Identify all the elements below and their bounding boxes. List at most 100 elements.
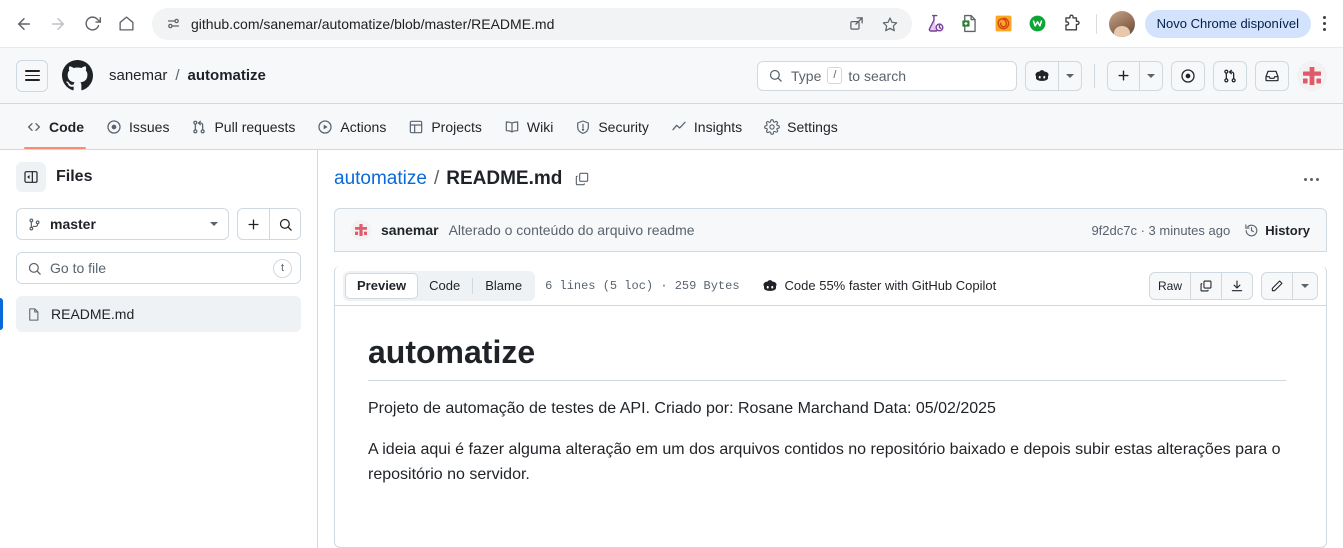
commit-sha-time[interactable]: 9f2dc7c · 3 minutes ago: [1091, 223, 1230, 238]
spiral-orange-icon[interactable]: [990, 10, 1018, 38]
tab-wiki[interactable]: Wiki: [494, 104, 563, 149]
file-icon: [26, 307, 41, 322]
breadcrumb-repo-link[interactable]: automatize: [334, 168, 427, 190]
share-icon[interactable]: [845, 16, 868, 31]
chrome-update-pill[interactable]: Novo Chrome disponível: [1144, 9, 1311, 38]
breadcrumb-owner[interactable]: sanemar: [109, 67, 167, 84]
green-circle-w-icon[interactable]: [1024, 10, 1052, 38]
profile-avatar[interactable]: [1108, 10, 1135, 37]
create-new-group: [1107, 60, 1163, 91]
hamburger-menu-icon[interactable]: [16, 59, 48, 92]
sidebar-file-readme[interactable]: README.md: [0, 296, 301, 332]
readme-rendered-content: automatize Projeto de automação de teste…: [335, 306, 1326, 523]
site-settings-icon[interactable]: [166, 16, 181, 31]
edit-dropdown-button[interactable]: [1292, 271, 1318, 300]
search-slash-key: /: [827, 67, 843, 84]
branch-selector[interactable]: master: [16, 208, 229, 240]
search-placeholder: Type / to search: [791, 67, 906, 84]
tab-insights[interactable]: Insights: [661, 104, 752, 149]
chevron-down-icon: [1066, 73, 1074, 78]
forward-button[interactable]: [42, 8, 74, 40]
kebab-menu-icon[interactable]: [1313, 16, 1335, 31]
files-header: Files: [16, 162, 301, 192]
issue-opened-icon: [1180, 68, 1196, 84]
download-button[interactable]: [1221, 271, 1253, 300]
star-icon[interactable]: [878, 16, 902, 32]
tab-issues[interactable]: Issues: [96, 104, 179, 149]
reload-button[interactable]: [76, 8, 108, 40]
tab-security[interactable]: Security: [565, 104, 659, 149]
search-input[interactable]: Type / to search: [757, 60, 1017, 91]
search-icon: [27, 261, 42, 276]
address-bar[interactable]: github.com/sanemar/automatize/blob/maste…: [152, 7, 912, 40]
go-to-file-shortcut: t: [273, 258, 292, 278]
pencil-icon: [1270, 279, 1284, 293]
create-new-button[interactable]: [1107, 60, 1139, 91]
inbox-icon: [1264, 68, 1280, 84]
copilot-button[interactable]: [1025, 60, 1058, 91]
tab-preview[interactable]: Preview: [345, 272, 419, 299]
download-icon: [1230, 279, 1244, 293]
commit-author-name[interactable]: sanemar: [381, 222, 439, 238]
file-options-menu-button[interactable]: [1295, 164, 1327, 194]
browser-toolbar: github.com/sanemar/automatize/blob/maste…: [0, 0, 1343, 48]
copilot-promo[interactable]: Code 55% faster with GitHub Copilot: [762, 278, 997, 294]
tab-code[interactable]: Code: [16, 104, 94, 149]
raw-button[interactable]: Raw: [1148, 271, 1190, 300]
commit-message[interactable]: Alterado o conteúdo do arquivo readme: [449, 222, 695, 238]
go-to-file-input[interactable]: Go to file t: [16, 252, 301, 284]
issues-button[interactable]: [1171, 60, 1205, 91]
copy-raw-button[interactable]: [1190, 271, 1221, 300]
user-avatar[interactable]: [1297, 60, 1327, 91]
github-logo-icon[interactable]: [62, 60, 93, 91]
copy-icon[interactable]: [574, 171, 590, 187]
breadcrumb-filename: README.md: [446, 168, 563, 189]
puzzle-extensions-icon[interactable]: [1058, 10, 1086, 38]
document-add-icon[interactable]: [956, 10, 984, 38]
toolbar-divider: [1095, 13, 1097, 34]
flask-lab-icon[interactable]: [922, 10, 950, 38]
back-button[interactable]: [8, 8, 40, 40]
create-new-dropdown-button[interactable]: [1139, 60, 1163, 91]
raw-copy-download-group: Raw: [1148, 271, 1253, 300]
pull-requests-button[interactable]: [1213, 60, 1247, 91]
tab-blame[interactable]: Blame: [474, 273, 533, 299]
tab-code[interactable]: Code: [418, 273, 471, 299]
home-button[interactable]: [110, 8, 142, 40]
sidebar-search-button[interactable]: [269, 208, 301, 240]
readme-heading: automatize: [368, 332, 1286, 381]
tab-issues-label: Issues: [129, 118, 170, 135]
tab-settings[interactable]: Settings: [754, 104, 848, 149]
tab-actions[interactable]: Actions: [307, 104, 396, 149]
tab-insights-label: Insights: [693, 118, 743, 135]
add-file-button[interactable]: [237, 208, 269, 240]
sidebar-collapse-icon[interactable]: [16, 162, 46, 192]
copilot-promo-text: Code 55% faster with GitHub Copilot: [784, 278, 997, 293]
git-pull-request-icon: [1222, 68, 1238, 84]
branch-row: master: [16, 208, 301, 240]
notifications-inbox-button[interactable]: [1255, 60, 1289, 91]
readme-paragraph-2: A ideia aqui é fazer alguma alteração em…: [368, 440, 1281, 483]
copilot-dropdown-button[interactable]: [1058, 60, 1082, 91]
chevron-down-icon: [1301, 283, 1309, 288]
history-link[interactable]: History: [1244, 223, 1310, 238]
tab-projects[interactable]: Projects: [398, 104, 492, 149]
edit-group: [1261, 271, 1318, 300]
breadcrumb-repo[interactable]: automatize: [188, 67, 266, 84]
commit-author-avatar[interactable]: [351, 220, 371, 240]
edit-button[interactable]: [1261, 271, 1292, 300]
tab-settings-label: Settings: [787, 118, 838, 135]
header-divider: [1094, 63, 1095, 88]
copilot-icon: [1034, 68, 1050, 84]
segment-divider: [472, 277, 474, 294]
graph-icon: [671, 119, 687, 135]
tab-projects-label: Projects: [431, 118, 482, 135]
search-icon: [768, 68, 783, 83]
chevron-down-icon: [210, 222, 218, 226]
tab-actions-label: Actions: [340, 118, 387, 135]
file-content-panel: Preview Code Blame 6 lines (5 loc) · 259…: [334, 266, 1327, 548]
plus-icon: [1116, 68, 1131, 83]
latest-commit-bar: sanemar Alterado o conteúdo do arquivo r…: [334, 208, 1327, 252]
tab-pull-requests[interactable]: Pull requests: [181, 104, 305, 149]
header-actions: Type / to search: [757, 60, 1327, 91]
